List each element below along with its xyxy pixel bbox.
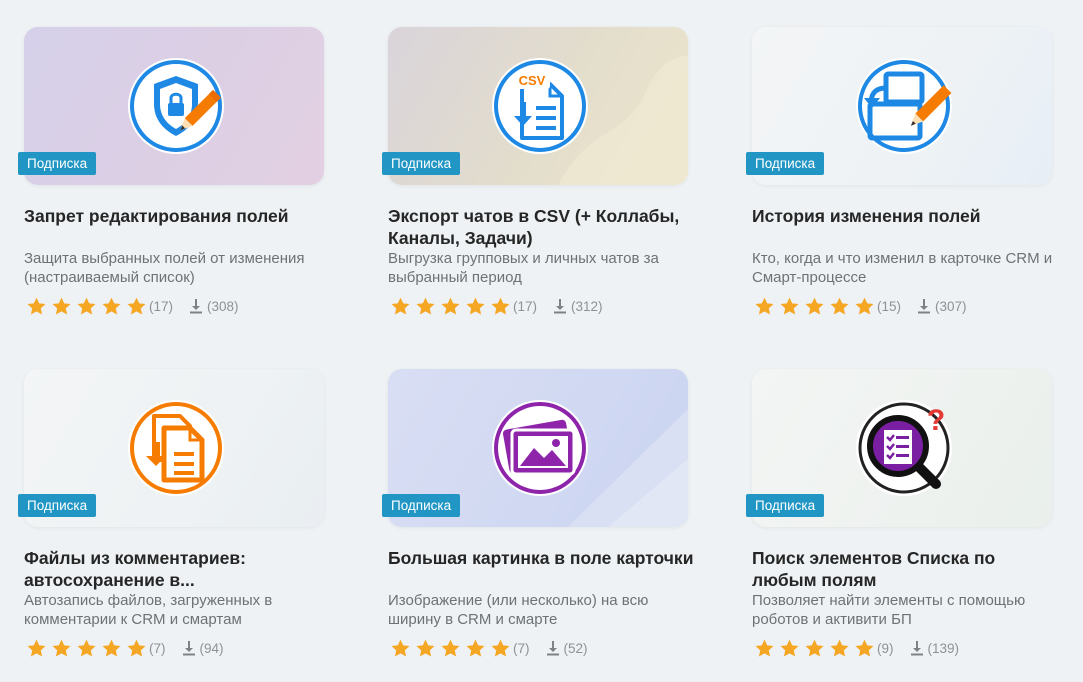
subscription-badge: Подписка (746, 494, 825, 517)
app-rating: (17) (308) (26, 295, 239, 317)
star-icon (102, 297, 121, 315)
star-icon (855, 639, 874, 657)
star-icon (127, 639, 146, 657)
star-icon (830, 297, 849, 315)
app-description: Изображение (или несколько) на всю ширин… (388, 592, 649, 628)
star-icon (77, 639, 96, 657)
star-icon (755, 297, 774, 315)
subscription-badge: Подписка (18, 152, 97, 175)
star-icon (466, 297, 485, 315)
app-title[interactable]: История изменения полей (752, 205, 1062, 227)
star-icon (52, 639, 71, 657)
star-icon (491, 639, 510, 657)
rating-stars (390, 296, 515, 317)
download-icon (554, 299, 567, 314)
subscription-badge: Подписка (18, 494, 97, 517)
rating-stars (390, 638, 515, 659)
rating-stars (26, 638, 151, 659)
star-icon (805, 297, 824, 315)
star-icon (466, 639, 485, 657)
star-icon (27, 639, 46, 657)
app-description: Кто, когда и что изменил в карточке CRM … (752, 250, 1053, 286)
history-pencil-icon (856, 58, 952, 154)
review-count: (15) (877, 298, 902, 314)
star-icon (855, 297, 874, 315)
star-icon (805, 639, 824, 657)
star-icon (755, 639, 774, 657)
shield-lock-pencil-icon (128, 58, 224, 154)
subscription-badge: Подписка (746, 152, 825, 175)
svg-text:CSV: CSV (519, 73, 546, 88)
star-icon (391, 639, 410, 657)
download-count: (307) (935, 298, 967, 314)
review-count: (7) (149, 640, 166, 656)
svg-text:?: ? (927, 404, 945, 437)
review-count: (7) (513, 640, 530, 656)
app-description: Защита выбранных полей от изменения (нас… (24, 250, 305, 286)
download-count: (139) (927, 640, 960, 656)
csv-document-icon: CSV (492, 58, 588, 154)
star-icon (391, 297, 410, 315)
app-rating: (15) (307) (754, 295, 967, 317)
app-rating: (9) (139) (754, 637, 959, 659)
star-icon (416, 297, 435, 315)
app-rating: (17) (312) (390, 295, 603, 317)
star-icon (441, 639, 460, 657)
star-icon (780, 297, 799, 315)
download-count: (52) (563, 640, 588, 656)
download-count: (308) (207, 298, 239, 314)
app-rating: (7) (94) (26, 637, 224, 659)
download-icon (546, 641, 559, 656)
app-title[interactable]: Поиск элементов Списка по любым полям (752, 547, 1062, 591)
picture-gallery-icon (492, 400, 588, 496)
star-icon (441, 297, 460, 315)
star-icon (416, 639, 435, 657)
star-icon (780, 639, 799, 657)
app-title[interactable]: Файлы из комментариев: автосохранение в.… (24, 547, 334, 591)
app-title[interactable]: Экспорт чатов в CSV (+ Коллабы, Каналы, … (388, 205, 698, 249)
review-count: (17) (149, 298, 174, 314)
app-title[interactable]: Запрет редактирования полей (24, 205, 334, 227)
download-count: (312) (571, 298, 603, 314)
download-icon (910, 641, 923, 656)
star-icon (77, 297, 96, 315)
subscription-badge: Подписка (382, 494, 461, 517)
star-icon (52, 297, 71, 315)
list-search-question-icon: ? (856, 400, 952, 496)
rating-stars (26, 296, 151, 317)
download-icon (918, 299, 931, 314)
download-count: (94) (199, 640, 224, 656)
rating-stars (754, 638, 879, 659)
star-icon (27, 297, 46, 315)
review-count: (9) (877, 640, 894, 656)
star-icon (102, 639, 121, 657)
download-icon (182, 641, 195, 656)
app-description: Позволяет найти элементы с помощью робот… (752, 592, 1026, 628)
star-icon (830, 639, 849, 657)
app-title[interactable]: Большая картинка в поле карточки (388, 547, 698, 569)
star-icon (127, 297, 146, 315)
app-rating: (7) (52) (390, 637, 588, 659)
subscription-badge: Подписка (382, 152, 461, 175)
star-icon (491, 297, 510, 315)
rating-stars (754, 296, 879, 317)
download-icon (190, 299, 203, 314)
review-count: (17) (513, 298, 538, 314)
app-description: Автозапись файлов, загруженных в коммент… (24, 592, 273, 628)
app-description: Выгрузка групповых и личных чатов за выб… (388, 250, 659, 286)
file-download-icon (128, 400, 224, 496)
